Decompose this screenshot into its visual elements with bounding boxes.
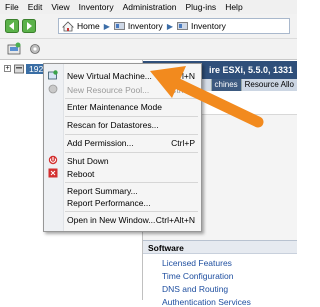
pointer-arrow-icon — [150, 66, 264, 128]
